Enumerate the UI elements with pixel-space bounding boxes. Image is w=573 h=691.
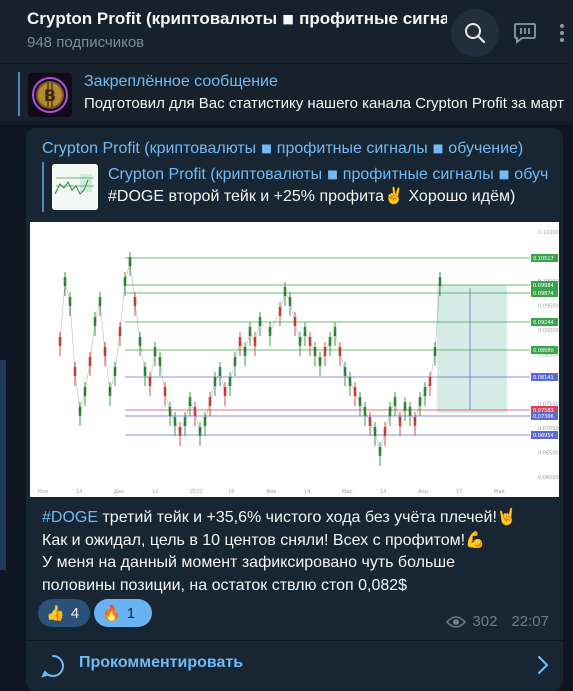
hashtag-link[interactable]: #DOGE — [42, 509, 98, 526]
post-line-3: У меня на данный момент зафиксировано чу… — [42, 554, 456, 571]
axis-tick-label: 0.09500 — [538, 304, 559, 310]
bitcoin-logo-icon: B — [32, 77, 68, 113]
price-level-label: 0.09244 — [533, 320, 554, 326]
position-profit-zone — [437, 285, 507, 413]
comments-icon — [514, 23, 536, 44]
time-axis-label: 12 — [152, 489, 158, 495]
reaction-emoji: 🔥 — [102, 605, 121, 622]
reply-thumbnail — [52, 164, 98, 210]
reaction-thumbs-up[interactable]: 👍 4 — [38, 599, 90, 627]
comment-button[interactable]: Прокомментировать — [26, 641, 563, 691]
channel-title[interactable]: Crypton Profit (криптовалюты ◾ профитные… — [27, 9, 447, 29]
chevron-right-icon — [537, 655, 549, 675]
chart-image: 0.110000.105000.100000.095000.090000.085… — [38, 230, 559, 495]
reaction-emoji: 👍 — [46, 605, 65, 622]
channel-post: Crypton Profit (криптовалюты ◾ профитные… — [26, 128, 563, 691]
axis-tick-label: 0.09000 — [538, 328, 559, 334]
comment-bubble-icon — [41, 655, 64, 678]
price-level-label: 0.07366 — [533, 414, 554, 420]
comment-label: Прокомментировать — [79, 654, 244, 671]
pinned-accent-bar — [18, 72, 20, 116]
more-icon — [560, 24, 564, 42]
chat-header: Crypton Profit (криптовалюты ◾ профитные… — [0, 0, 573, 64]
candle-body — [408, 407, 412, 416]
price-level-label: 0.10517 — [533, 256, 554, 262]
time-axis-label: 14 — [304, 489, 310, 495]
post-line-1: третий тейк и +35,6% чистого хода без уч… — [98, 509, 517, 526]
axis-tick-label: 0.06000 — [538, 475, 559, 481]
search-icon — [465, 23, 486, 44]
axis-tick-label: 0.11000 — [538, 230, 559, 236]
post-author[interactable]: Crypton Profit (криптовалюты ◾ профитные… — [42, 138, 552, 158]
time-axis-label: 17 — [456, 489, 462, 495]
pinned-label: Закреплённое сообщение — [84, 73, 278, 90]
reply-preview[interactable]: Crypton Profit (криптовалюты ◾ профитные… — [42, 162, 554, 212]
price-level-label: 0.08141 — [533, 375, 554, 381]
post-time: 22:07 — [511, 613, 549, 630]
subscriber-count: 948 подписчиков — [27, 34, 145, 51]
more-button[interactable] — [551, 9, 573, 57]
time-axis-label: 14 — [380, 489, 386, 495]
price-level-label: 0.06954 — [533, 433, 554, 439]
time-axis-label: Мар — [342, 489, 353, 495]
reaction-count: 4 — [70, 604, 80, 622]
svg-text:B: B — [44, 86, 56, 105]
time-axis-label: Май — [494, 488, 505, 495]
price-level-label: 0.09984 — [533, 283, 554, 289]
post-line-4: половины позиции, на остаток ствлю стоп … — [42, 576, 408, 594]
time-axis-label: 16 — [228, 489, 234, 495]
reply-accent-bar — [42, 162, 44, 212]
time-axis-label: Дек — [114, 489, 124, 495]
time-axis-label: Ноя — [38, 489, 48, 495]
time-axis-label: 14 — [76, 489, 82, 495]
time-axis-label: Фев — [266, 489, 276, 495]
post-text: #DOGE третий тейк и +35,6% чистого хода … — [42, 507, 552, 597]
scroll-indicator — [0, 360, 6, 570]
price-level-label: 0.08680 — [533, 348, 554, 354]
axis-tick-label: 0.06500 — [538, 451, 559, 457]
eye-icon — [446, 615, 467, 628]
reaction-fire[interactable]: 🔥 1 — [94, 599, 152, 627]
search-button[interactable] — [451, 9, 499, 57]
pinned-message-bar[interactable]: B Закреплённое сообщение Подготовил для … — [0, 65, 573, 123]
view-count: 302 — [472, 613, 498, 630]
price-level-label: 0.09874 — [533, 291, 554, 297]
post-line-2: Как и ожидал, цель в 10 центов сняли! Вс… — [42, 531, 485, 549]
price-path — [59, 261, 441, 453]
time-axis-label: Апр — [418, 489, 428, 495]
post-meta: 302 22:07 — [446, 613, 549, 630]
reply-text: #DOGE второй тейк и +25% профита✌️ Хорош… — [108, 188, 516, 205]
time-axis-label: 2023 — [190, 489, 203, 495]
discussion-button[interactable] — [501, 9, 549, 57]
post-image-chart[interactable]: 0.110000.105000.100000.095000.090000.085… — [30, 222, 559, 497]
reaction-count: 1 — [126, 604, 136, 622]
reply-author: Crypton Profit (криптовалюты ◾ профитные… — [108, 166, 548, 183]
pinned-thumbnail: B — [28, 73, 72, 117]
pinned-text: Подготовил для Вас статистику нашего кан… — [84, 95, 564, 112]
